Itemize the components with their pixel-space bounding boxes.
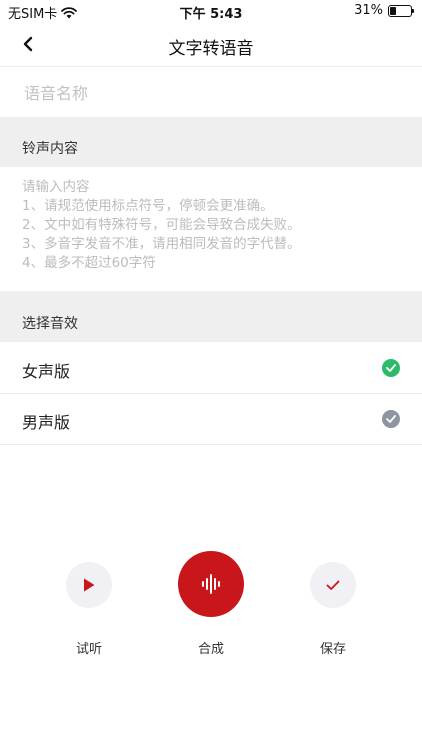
voice-name-row — [0, 67, 422, 117]
voice-name-input[interactable] — [22, 79, 406, 107]
preview-button[interactable] — [66, 562, 112, 608]
status-bar: 无SIM卡 下午 5:43 31% — [0, 0, 422, 22]
check-circle-icon — [382, 410, 400, 428]
synthesize-button[interactable] — [178, 551, 244, 617]
battery-percent: 31% — [354, 3, 383, 18]
effect-option-male[interactable]: 男声版 — [0, 394, 422, 445]
effect-section-label: 选择音效 — [22, 316, 78, 332]
save-label: 保存 — [319, 642, 346, 657]
content-textarea[interactable] — [22, 178, 402, 284]
status-right: 31% — [354, 3, 414, 18]
nav-bar: 文字转语音 — [0, 22, 422, 67]
effect-option-female[interactable]: 女声版 — [0, 343, 422, 394]
sound-wave-icon — [202, 574, 220, 594]
effect-section: 选择音效 — [0, 291, 422, 342]
content-area — [0, 168, 422, 291]
ringtone-content-label: 铃声内容 — [22, 141, 78, 157]
check-circle-icon — [382, 359, 400, 377]
synthesize-label: 合成 — [197, 642, 224, 657]
effect-option-label: 女声版 — [22, 362, 71, 381]
action-bar: 试听 合成 保存 — [0, 550, 422, 660]
effect-option-label: 男声版 — [22, 413, 71, 432]
battery-icon — [388, 4, 414, 17]
battery-fill — [390, 6, 396, 15]
ringtone-content-section: 铃声内容 — [0, 117, 422, 167]
save-button[interactable] — [310, 562, 356, 608]
play-icon — [84, 578, 95, 592]
preview-label: 试听 — [75, 642, 102, 657]
page-title: 文字转语音 — [168, 39, 254, 59]
checkmark-icon — [326, 580, 340, 590]
